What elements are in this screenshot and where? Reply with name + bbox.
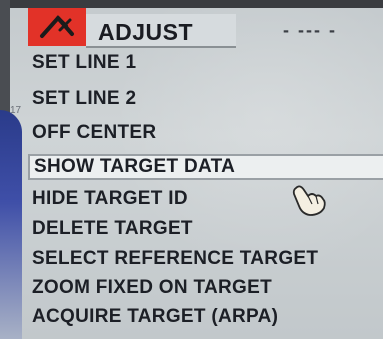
radar-menu-screen: 17 ADJUST - --- - SET LINE 1 SET LINE 2 … — [0, 0, 383, 339]
menu-title: ADJUST — [98, 19, 194, 45]
menu-item-acquire-target-arpa[interactable]: ACQUIRE TARGET (ARPA) — [28, 304, 383, 330]
monitor-bezel-top — [0, 0, 383, 8]
menu-item-delete-target[interactable]: DELETE TARGET — [28, 216, 383, 242]
radar-display-edge — [0, 110, 22, 339]
side-number: 17 — [10, 105, 22, 116]
header-status-dashes: - --- - — [283, 20, 337, 40]
menu-item-set-line-1[interactable]: SET LINE 1 — [28, 50, 383, 76]
menu-header: ADJUST - --- - — [28, 8, 383, 48]
hand-pointer-icon — [290, 182, 330, 218]
menu-item-show-target-data[interactable]: SHOW TARGET DATA — [28, 154, 383, 180]
menu-item-off-center[interactable]: OFF CENTER — [28, 120, 383, 146]
menu-item-select-reference-target[interactable]: SELECT REFERENCE TARGET — [28, 246, 383, 272]
menu-item-zoom-fixed-on-target[interactable]: ZOOM FIXED ON TARGET — [28, 275, 383, 301]
target-crossed-icon[interactable] — [28, 8, 86, 46]
menu-item-set-line-2[interactable]: SET LINE 2 — [28, 86, 383, 112]
